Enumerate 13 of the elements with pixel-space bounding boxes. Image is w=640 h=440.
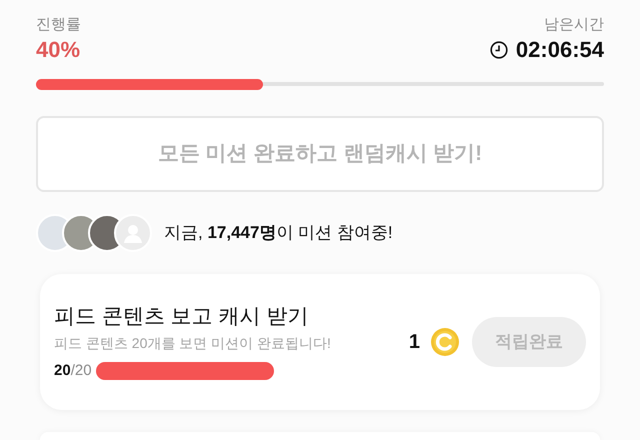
time-left-value: 02:06:54 <box>516 36 604 64</box>
progress-label: 진행률 <box>36 15 81 35</box>
avatar-silhouette-icon <box>114 214 152 252</box>
clock-icon <box>490 41 508 59</box>
reward-amount: 1 <box>408 330 420 355</box>
mission-title: 피드 콘텐츠 보고 캐시 받기 <box>54 304 310 330</box>
mission-count: 20/20 <box>54 360 92 381</box>
participants-text: 지금, 17,447명이 미션 참여중! <box>164 222 393 244</box>
coin-icon <box>430 327 460 357</box>
mission-description: 피드 콘텐츠 20개를 보면 미션이 완료됩니다! <box>54 334 332 353</box>
time-left-label: 남은시간 <box>544 15 604 35</box>
mission-banner: 모든 미션 완료하고 랜덤캐시 받기! <box>36 116 604 192</box>
progress-percent: 40% <box>36 36 81 64</box>
